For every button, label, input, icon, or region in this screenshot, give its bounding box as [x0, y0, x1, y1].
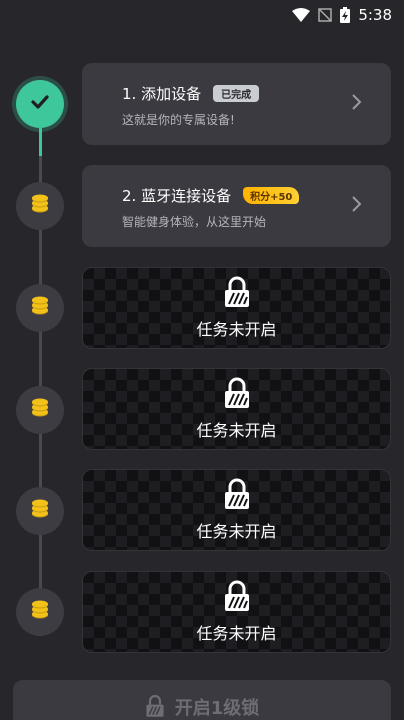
task-title: 1. 添加设备 — [122, 85, 202, 103]
locked-label: 任务未开启 — [196, 421, 277, 440]
coin-stack-icon — [29, 397, 51, 423]
task-title-row: 2. 蓝牙连接设备 积分+50 — [122, 185, 300, 206]
points-badge: 积分+50 — [243, 187, 300, 204]
coin-stack-icon — [29, 295, 51, 321]
lock-icon — [223, 276, 251, 312]
task-title: 2. 蓝牙连接设备 — [122, 187, 232, 205]
timeline-node-coin — [16, 284, 64, 332]
battery-charging-icon — [340, 7, 351, 23]
coin-stack-icon — [29, 193, 51, 219]
completed-badge: 已完成 — [213, 85, 260, 102]
timeline-node-coin — [16, 588, 64, 636]
task-subtitle: 智能健身体验，从这里开始 — [122, 215, 267, 229]
timeline-node-coin — [16, 182, 64, 230]
status-time: 5:38 — [358, 6, 392, 24]
timeline-node-done — [16, 80, 64, 128]
status-bar: 5:38 — [0, 0, 404, 30]
chevron-right-icon — [351, 195, 363, 217]
locked-task-card: 任务未开启 — [82, 267, 391, 349]
lock-icon — [223, 478, 251, 514]
coin-stack-icon — [29, 599, 51, 625]
unlock-level-button[interactable]: 开启1级锁 — [13, 680, 391, 720]
lock-icon — [223, 580, 251, 616]
chevron-right-icon — [351, 93, 363, 115]
wifi-icon — [292, 8, 311, 22]
task-card-bluetooth-connect[interactable]: 2. 蓝牙连接设备 积分+50 智能健身体验，从这里开始 — [82, 165, 391, 247]
timeline-line-completed — [39, 126, 42, 156]
no-signal-icon — [318, 8, 333, 22]
timeline-node-coin — [16, 386, 64, 434]
locked-task-card: 任务未开启 — [82, 469, 391, 551]
locked-label: 任务未开启 — [196, 320, 277, 339]
locked-label: 任务未开启 — [196, 522, 277, 541]
locked-task-card: 任务未开启 — [82, 571, 391, 653]
lock-icon — [223, 377, 251, 413]
lock-icon — [145, 694, 165, 720]
checkmark-icon — [29, 91, 51, 117]
task-card-add-device[interactable]: 1. 添加设备 已完成 这就是你的专属设备! — [82, 63, 391, 145]
task-subtitle: 这就是你的专属设备! — [122, 113, 235, 127]
locked-label: 任务未开启 — [196, 624, 277, 643]
timeline-node-coin — [16, 487, 64, 535]
locked-task-card: 任务未开启 — [82, 368, 391, 450]
task-title-row: 1. 添加设备 已完成 — [122, 83, 260, 104]
unlock-button-label: 开启1级锁 — [174, 698, 260, 719]
coin-stack-icon — [29, 498, 51, 524]
